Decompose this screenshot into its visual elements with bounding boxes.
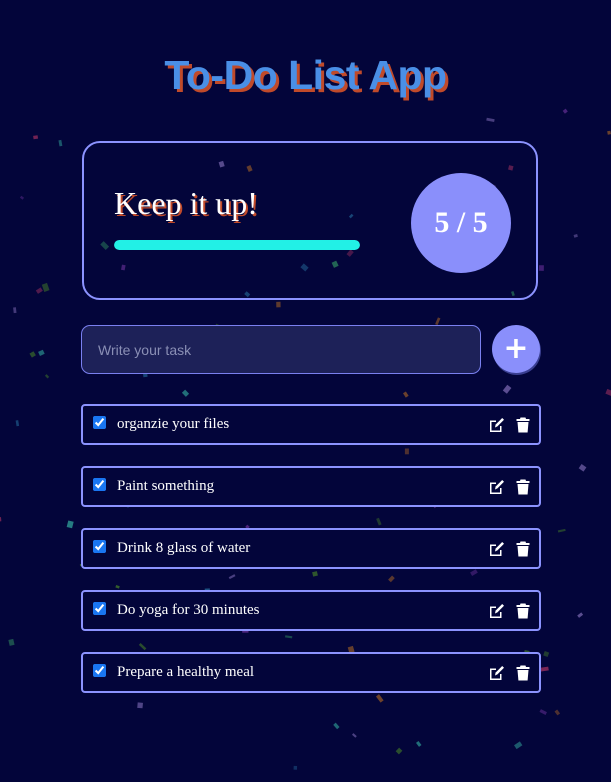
edit-task-button[interactable] [488,478,506,496]
task-item: Do yoga for 30 minutes [81,590,541,631]
task-item: Prepare a healthy meal [81,652,541,693]
delete-task-button[interactable] [514,664,532,682]
task-checkbox[interactable] [93,602,106,615]
progress-count-circle: 5 / 5 [411,173,511,273]
edit-icon [490,604,504,618]
task-label: Do yoga for 30 minutes [117,602,260,618]
trash-icon [516,479,530,495]
progress-message: Keep it up! [114,185,258,221]
todo-app: To-Do List App Keep it up! 5 / 5 + organ… [0,0,611,782]
edit-icon [490,666,504,680]
task-item: Paint something [81,466,541,507]
delete-task-button[interactable] [514,478,532,496]
progress-card: Keep it up! 5 / 5 [82,141,538,300]
task-label: Paint something [117,478,215,494]
task-input[interactable] [81,325,481,374]
edit-task-button[interactable] [488,664,506,682]
progress-count: 5 / 5 [434,206,488,239]
task-item: organzie your files [81,404,541,445]
progress-bar [114,240,360,250]
task-checkbox[interactable] [93,478,106,491]
edit-icon [490,542,504,556]
task-checkbox[interactable] [93,664,106,677]
edit-task-button[interactable] [488,602,506,620]
task-checkbox[interactable] [93,540,106,553]
trash-icon [516,417,530,433]
task-label: organzie your files [117,416,230,432]
task-list: organzie your files Paint something Drin… [81,404,541,714]
edit-icon [490,480,504,494]
task-label: Drink 8 glass of water [117,540,251,556]
task-label: Prepare a healthy meal [117,664,255,680]
delete-task-button[interactable] [514,416,532,434]
progress-bar-fill [114,240,360,250]
edit-task-button[interactable] [488,540,506,558]
trash-icon [516,541,530,557]
task-checkbox[interactable] [93,416,106,429]
add-task-button[interactable]: + [492,325,540,373]
trash-icon [516,665,530,681]
trash-icon [516,603,530,619]
delete-task-button[interactable] [514,602,532,620]
edit-icon [490,418,504,432]
delete-task-button[interactable] [514,540,532,558]
task-item: Drink 8 glass of water [81,528,541,569]
app-title: To-Do List App [164,52,447,98]
edit-task-button[interactable] [488,416,506,434]
